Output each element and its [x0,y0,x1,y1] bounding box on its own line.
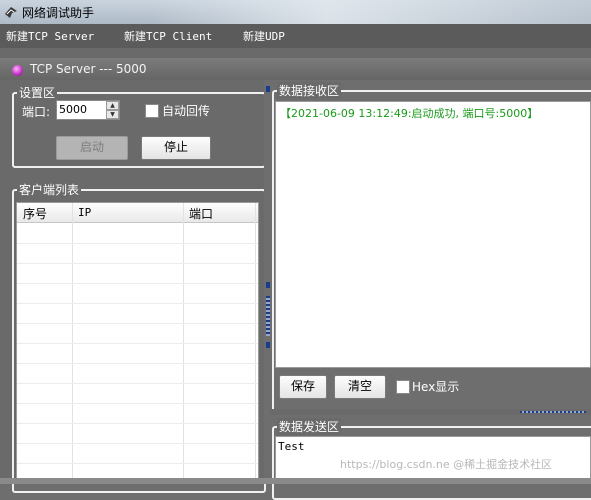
client-table[interactable]: 序号 IP 端口 [16,202,259,484]
table-row[interactable] [17,343,258,344]
server-status-icon [12,65,23,76]
table-row[interactable] [17,303,258,304]
status-strip [0,478,591,484]
col-header-port[interactable]: 端口 [189,205,213,222]
table-row[interactable] [17,323,258,324]
auto-reply-label: 自动回传 [162,104,211,118]
menu-new-tcp-server[interactable]: 新建TCP Server [6,28,94,44]
hex-display-label: Hex显示 [412,380,460,394]
client-table-header: 序号 IP 端口 [17,203,258,223]
receive-textarea[interactable] [275,101,591,368]
port-spin-down-button[interactable]: ▼ [106,110,119,119]
receive-log-line: 【2021-06-09 13:12:49:启动成功, 端口号:5000】 [280,107,539,120]
client-list-group-title: 客户端列表 [17,181,82,198]
splitter-grip[interactable] [266,296,270,336]
table-row[interactable] [17,463,258,464]
send-text: Test [278,440,305,453]
menu-new-tcp-client[interactable]: 新建TCP Client [124,28,212,44]
app-icon [4,5,18,19]
table-row[interactable] [17,443,258,444]
menu-divider [0,48,591,58]
menu-new-udp[interactable]: 新建UDP [243,28,285,44]
clear-button[interactable]: 清空 [334,375,386,399]
tcp-server-title: TCP Server --- 5000 [30,62,147,76]
receive-group-title: 数据接收区 [277,82,342,99]
col-header-index[interactable]: 序号 [23,205,47,222]
window-title: 网络调试助手 [22,6,95,20]
port-label: 端口: [22,105,51,119]
port-value: 5000 [59,103,87,116]
table-row[interactable] [17,363,258,364]
horizontal-splitter[interactable] [270,409,591,415]
splitter-grip[interactable] [266,342,270,348]
port-spin-up-button[interactable]: ▲ [106,101,119,110]
table-row[interactable] [17,423,258,424]
splitter-grip[interactable] [266,282,270,288]
send-group-title: 数据发送区 [277,418,342,435]
hex-display-checkbox[interactable] [396,380,410,394]
table-row[interactable] [17,243,258,244]
watermark: https://blog.csdn.ne @稀土掘金技术社区 [340,458,553,471]
settings-group-title: 设置区 [17,84,58,101]
settings-group [12,92,266,168]
table-row[interactable] [17,263,258,264]
start-button[interactable]: 启动 [56,136,128,160]
menu-bar: 新建TCP Server 新建TCP Client 新建UDP [0,24,591,48]
col-header-ip[interactable]: IP [78,206,91,219]
stop-button[interactable]: 停止 [141,136,211,160]
auto-reply-checkbox[interactable] [145,104,159,118]
splitter-grip[interactable] [266,86,270,92]
table-row[interactable] [17,383,258,384]
save-button[interactable]: 保存 [279,375,327,399]
table-row[interactable] [17,403,258,404]
splitter-grip[interactable] [520,411,586,413]
table-row[interactable] [17,283,258,284]
